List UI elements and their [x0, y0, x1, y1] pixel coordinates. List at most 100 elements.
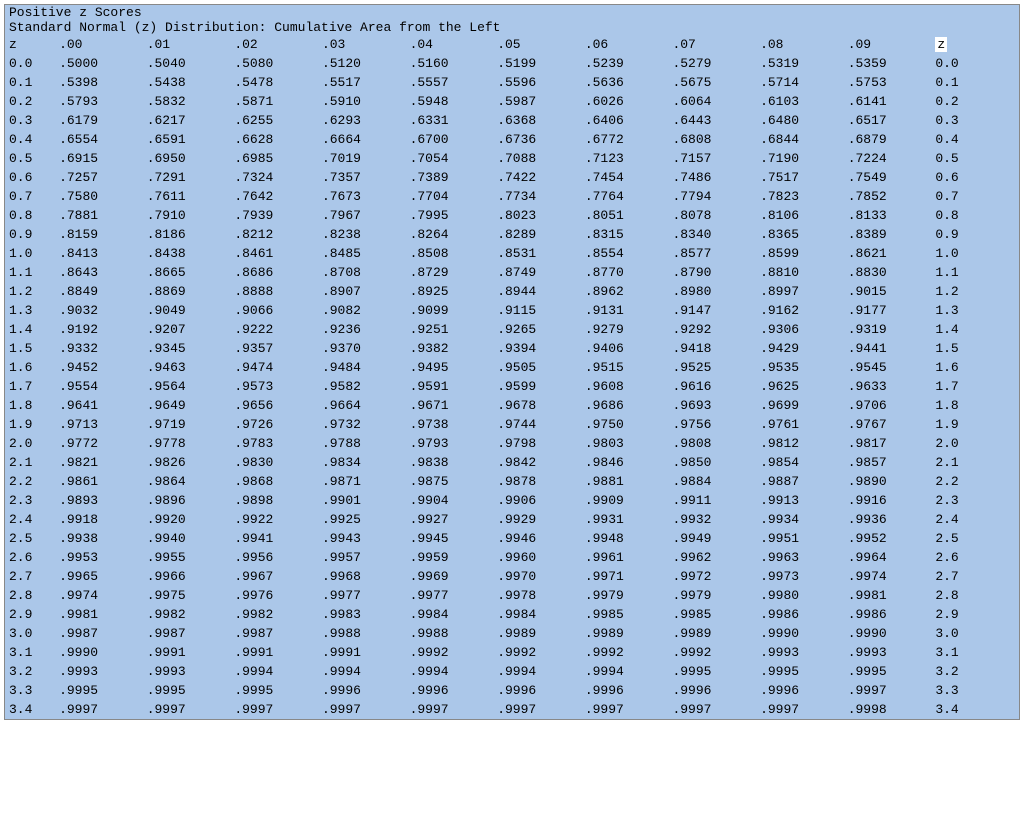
cell-value: .6331 [406, 111, 494, 130]
cell-value: .9961 [581, 548, 669, 567]
cell-value: .9878 [493, 472, 581, 491]
cell-value: .9842 [493, 453, 581, 472]
table-row: 3.1.9990.9991.9991.9991.9992.9992.9992.9… [5, 643, 1019, 662]
cell-value: .9994 [581, 662, 669, 681]
cell-value: .9554 [55, 377, 143, 396]
cell-value: .9582 [318, 377, 406, 396]
z-row-label-left: 2.5 [5, 529, 55, 548]
cell-value: .7123 [581, 149, 669, 168]
cell-value: .9649 [143, 396, 231, 415]
table-row: 2.4.9918.9920.9922.9925.9927.9929.9931.9… [5, 510, 1019, 529]
z-row-label-right: 2.2 [931, 472, 1019, 491]
cell-value: .9996 [668, 681, 756, 700]
cell-value: .9979 [581, 586, 669, 605]
cell-value: .5398 [55, 73, 143, 92]
cell-value: .9857 [844, 453, 932, 472]
z-row-label-right: 0.9 [931, 225, 1019, 244]
cell-value: .9382 [406, 339, 494, 358]
cell-value: .6293 [318, 111, 406, 130]
col-header: .08 [756, 35, 844, 54]
cell-value: .7910 [143, 206, 231, 225]
cell-value: .9997 [493, 700, 581, 719]
z-row-label-right: 2.6 [931, 548, 1019, 567]
z-row-label-left: 2.0 [5, 434, 55, 453]
z-row-label-right: 2.4 [931, 510, 1019, 529]
cell-value: .9995 [55, 681, 143, 700]
cell-value: .6217 [143, 111, 231, 130]
cell-value: .9032 [55, 301, 143, 320]
z-row-label-right: 0.5 [931, 149, 1019, 168]
cell-value: .5832 [143, 92, 231, 111]
cell-value: .7881 [55, 206, 143, 225]
z-table-container: Positive z Scores Standard Normal (z) Di… [4, 4, 1020, 720]
cell-value: .9987 [55, 624, 143, 643]
cell-value: .9934 [756, 510, 844, 529]
cell-value: .9987 [230, 624, 318, 643]
cell-value: .8365 [756, 225, 844, 244]
cell-value: .6103 [756, 92, 844, 111]
z-row-label-right: 2.7 [931, 567, 1019, 586]
cell-value: .9474 [230, 358, 318, 377]
cell-value: .7190 [756, 149, 844, 168]
cell-value: .9505 [493, 358, 581, 377]
cell-value: .9997 [844, 681, 932, 700]
cell-value: .9177 [844, 301, 932, 320]
z-row-label-right: 2.3 [931, 491, 1019, 510]
cell-value: .9515 [581, 358, 669, 377]
cell-value: .9545 [844, 358, 932, 377]
cell-value: .9236 [318, 320, 406, 339]
cell-value: .9049 [143, 301, 231, 320]
z-row-label-left: 0.8 [5, 206, 55, 225]
cell-value: .9970 [493, 567, 581, 586]
cell-value: .9686 [581, 396, 669, 415]
cell-value: .8869 [143, 282, 231, 301]
cell-value: .6772 [581, 130, 669, 149]
z-row-label-left: 0.1 [5, 73, 55, 92]
cell-value: .9015 [844, 282, 932, 301]
z-row-label-left: 1.1 [5, 263, 55, 282]
z-row-label-right: 2.1 [931, 453, 1019, 472]
z-row-label-right: 1.6 [931, 358, 1019, 377]
col-header: .01 [143, 35, 231, 54]
cell-value: .9345 [143, 339, 231, 358]
cell-value: .8389 [844, 225, 932, 244]
z-row-label-left: 0.0 [5, 54, 55, 73]
z-row-label-left: 1.5 [5, 339, 55, 358]
z-row-label-left: 2.9 [5, 605, 55, 624]
cell-value: .9099 [406, 301, 494, 320]
cell-value: .7580 [55, 187, 143, 206]
table-row: 0.7.7580.7611.7642.7673.7704.7734.7764.7… [5, 187, 1019, 206]
z-row-label-left: 1.0 [5, 244, 55, 263]
cell-value: .8238 [318, 225, 406, 244]
cell-value: .9966 [143, 567, 231, 586]
cell-value: .9989 [668, 624, 756, 643]
header-z-left: z [5, 35, 55, 54]
z-row-label-left: 0.4 [5, 130, 55, 149]
cell-value: .6844 [756, 130, 844, 149]
cell-value: .6808 [668, 130, 756, 149]
cell-value: .9995 [844, 662, 932, 681]
cell-value: .9699 [756, 396, 844, 415]
cell-value: .9973 [756, 567, 844, 586]
cell-value: .9951 [756, 529, 844, 548]
cell-value: .9995 [756, 662, 844, 681]
cell-value: .9463 [143, 358, 231, 377]
z-row-label-left: 0.5 [5, 149, 55, 168]
cell-value: .9292 [668, 320, 756, 339]
cell-value: .9993 [756, 643, 844, 662]
cell-value: .9977 [406, 586, 494, 605]
cell-value: .9418 [668, 339, 756, 358]
cell-value: .9370 [318, 339, 406, 358]
cell-value: .9671 [406, 396, 494, 415]
cell-value: .9992 [668, 643, 756, 662]
cell-value: .8849 [55, 282, 143, 301]
cell-value: .9656 [230, 396, 318, 415]
z-row-label-right: 3.0 [931, 624, 1019, 643]
cell-value: .7823 [756, 187, 844, 206]
col-header: .02 [230, 35, 318, 54]
table-row: 3.2.9993.9993.9994.9994.9994.9994.9994.9… [5, 662, 1019, 681]
cell-value: .5557 [406, 73, 494, 92]
cell-value: .8925 [406, 282, 494, 301]
z-row-label-left: 3.2 [5, 662, 55, 681]
cell-value: .9826 [143, 453, 231, 472]
